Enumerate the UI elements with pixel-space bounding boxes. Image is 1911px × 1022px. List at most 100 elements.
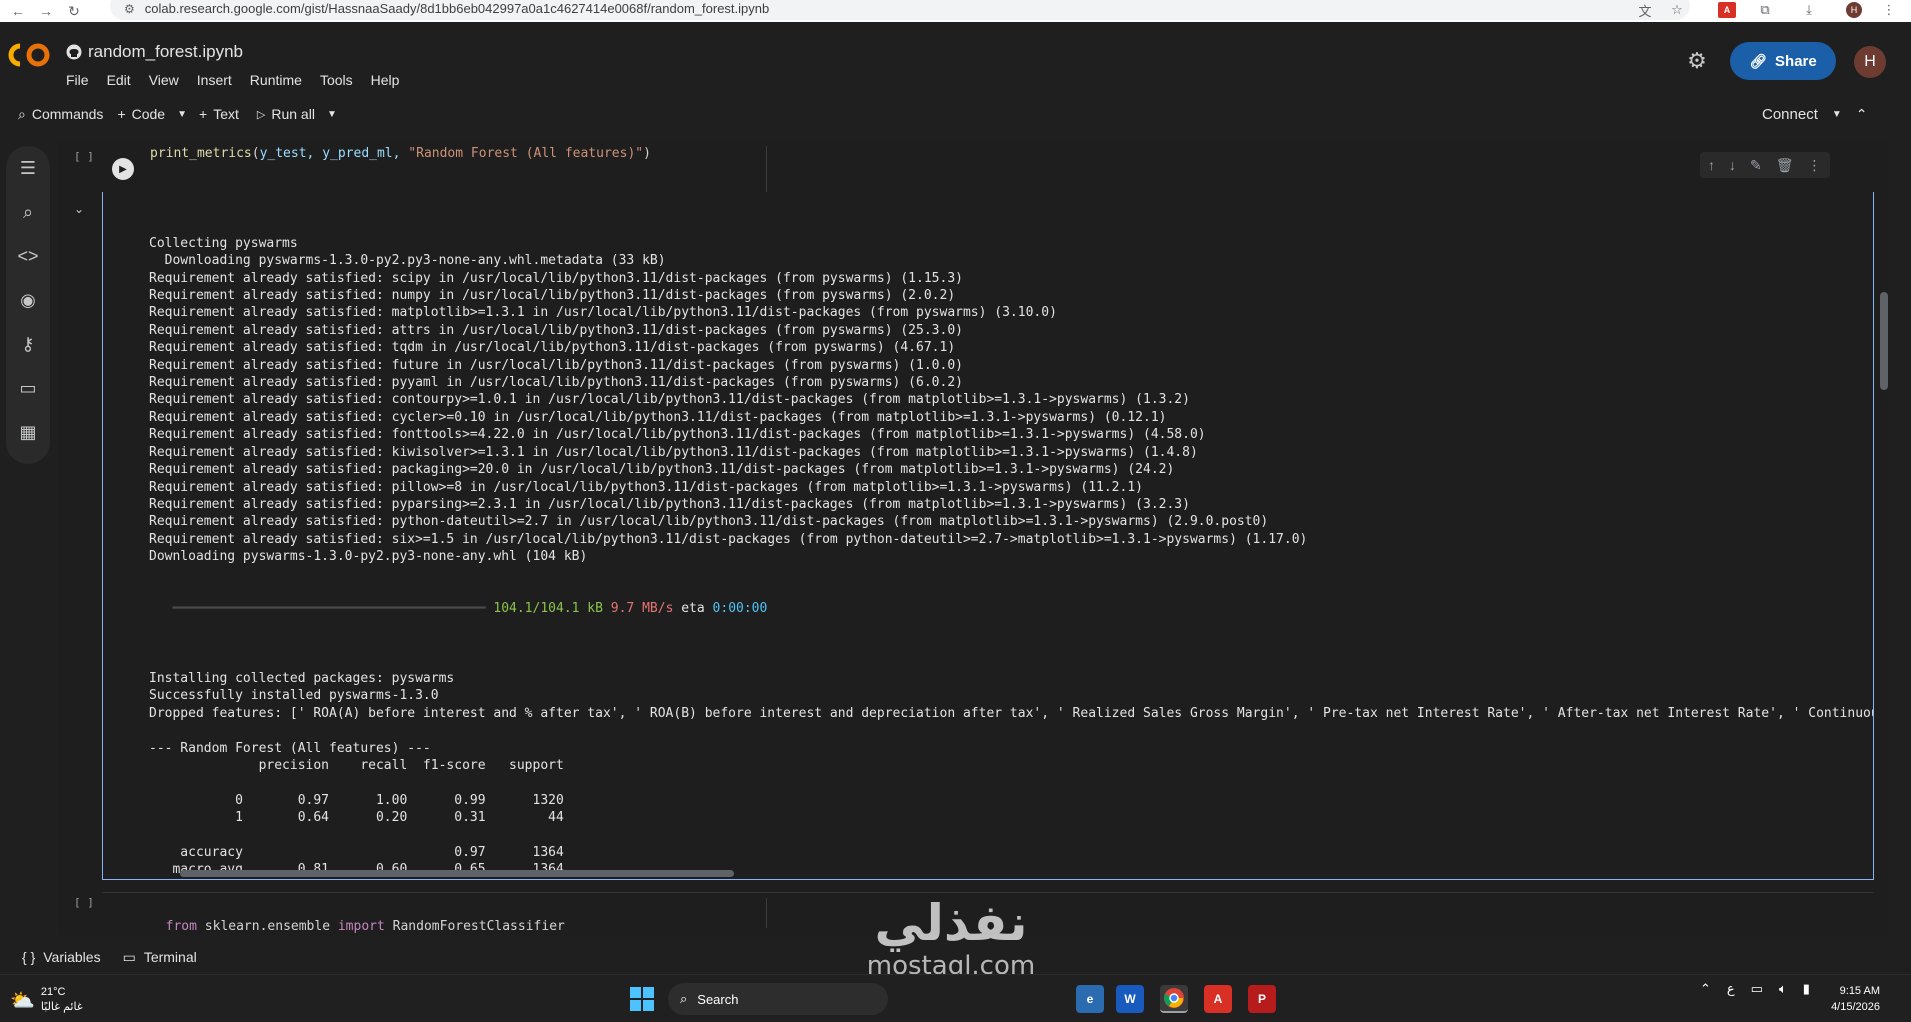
secrets-key-icon[interactable]: ⚷ (6, 322, 50, 366)
collapse-output-icon[interactable]: ⌄ (74, 202, 84, 216)
output-line: Requirement already satisfied: attrs in … (149, 322, 963, 338)
output-line: Successfully installed pyswarms-1.3.0 (149, 688, 439, 704)
site-info-icon[interactable]: ⚙ (124, 2, 135, 16)
variable-inspector-icon[interactable]: ◉ (6, 278, 50, 322)
acrobat-icon[interactable]: A (1204, 985, 1232, 1013)
run-cell-button[interactable]: ▶ (112, 158, 134, 180)
bookmark-star-icon[interactable]: ☆ (1668, 2, 1686, 18)
menu-view[interactable]: View (149, 72, 179, 88)
output-line: Requirement already satisfied: contourpy… (149, 392, 1190, 408)
run-all-button[interactable]: ▷ Run all (251, 100, 321, 128)
language-indicator[interactable]: ع (1727, 981, 1735, 997)
tray-overflow-icon[interactable]: ⌃ (1700, 981, 1711, 997)
caret-down-icon: ▼ (326, 108, 337, 120)
chrome-icon[interactable] (1160, 985, 1188, 1013)
menu-runtime[interactable]: Runtime (250, 72, 302, 88)
data-table-icon[interactable]: ▦ (6, 410, 50, 454)
move-down-icon[interactable]: ↓ (1729, 157, 1736, 173)
output-line: 1 0.64 0.20 0.31 44 (149, 810, 564, 826)
address-bar[interactable]: ⚙ colab.research.google.com/gist/Hassnaa… (110, 0, 1690, 20)
output-line: Requirement already satisfied: matplotli… (149, 305, 1057, 321)
horizontal-scrollbar[interactable] (180, 870, 734, 877)
connect-button[interactable]: Connect ▼ ⌃ (1762, 98, 1868, 130)
output-line: Requirement already satisfied: pyyaml in… (149, 375, 963, 391)
output-line: Requirement already satisfied: cycler>=0… (149, 409, 1167, 425)
back-icon[interactable]: ← (8, 1, 28, 21)
cell-code[interactable]: print_metrics(y_test, y_pred_ml, "Random… (150, 146, 651, 161)
output-line: Requirement already satisfied: pillow>=8… (149, 479, 1143, 495)
menu-file[interactable]: File (66, 72, 89, 88)
menu-insert[interactable]: Insert (197, 72, 232, 88)
output-line: Downloading pyswarms-1.3.0-py2.py3-none-… (149, 253, 666, 269)
pdf-reader-icon[interactable]: P (1248, 985, 1276, 1013)
browser-menu-icon[interactable]: ⋮ (1880, 2, 1898, 18)
browser-profile-avatar[interactable]: H (1846, 2, 1862, 18)
user-avatar[interactable]: H (1854, 46, 1886, 78)
weather-text: غائم غالبًا (40, 1001, 83, 1013)
windows-start-icon[interactable] (630, 987, 654, 1011)
find-icon[interactable]: ⌕ (6, 190, 50, 234)
output-line: Requirement already satisfied: kiwisolve… (149, 444, 1198, 460)
cell-code[interactable]: from sklearn.ensemble import RandomFores… (150, 904, 565, 934)
code-snippets-icon[interactable]: <> (6, 234, 50, 278)
commands-button[interactable]: ⌕ Commands (12, 100, 109, 128)
commands-label: Commands (31, 106, 104, 122)
settings-gear-icon[interactable]: ⚙ (1684, 48, 1710, 74)
toc-icon[interactable]: ☰ (6, 146, 50, 190)
output-line: 0 0.97 1.00 0.99 1320 (149, 792, 564, 808)
translate-icon[interactable]: 文 (1636, 2, 1654, 19)
add-text-button[interactable]: + Text (193, 100, 245, 128)
reload-icon[interactable]: ↻ (64, 1, 84, 21)
menu-help[interactable]: Help (371, 72, 400, 88)
downloads-icon[interactable]: ⤓ (1800, 2, 1818, 18)
notebook-title[interactable]: random_forest.ipynb (66, 42, 243, 62)
connect-label: Connect (1762, 105, 1818, 123)
delete-trash-icon[interactable]: 🗑︎ (1776, 157, 1794, 174)
temperature: 21°C (40, 986, 66, 998)
output-line: Requirement already satisfied: six>=1.5 … (149, 531, 1308, 547)
progress-eta: 0:00:00 (712, 601, 768, 617)
svg-text:نفذلي: نفذلي (874, 894, 1027, 952)
vertical-scrollbar[interactable] (1880, 292, 1888, 390)
progress-bar: ━━━━━━━━━━━━━━━━━━━━━━━━━━━━━━━━━━━━━━━━ (149, 601, 494, 617)
output-text: Collecting pyswarms Downloading pyswarms… (149, 200, 1874, 879)
variables-button[interactable]: { } Variables (22, 949, 101, 965)
volume-icon[interactable]: 🔈︎ (1779, 981, 1787, 997)
files-folder-icon[interactable]: ▭ (6, 366, 50, 410)
terminal-button[interactable]: ▭ Terminal (123, 949, 197, 966)
add-code-dropdown[interactable]: ▼ (171, 100, 193, 128)
display-icon[interactable]: ▭ (1751, 981, 1763, 997)
more-options-icon[interactable]: ⋮ (1808, 157, 1822, 174)
edit-pencil-icon[interactable]: ✎ (1750, 157, 1762, 174)
colab-logo[interactable] (8, 42, 52, 68)
search-label: Search (697, 991, 739, 1007)
play-icon: ▷ (256, 108, 266, 121)
menu-bar: File Edit View Insert Runtime Tools Help (66, 72, 399, 88)
output-line: Requirement already satisfied: packaging… (149, 462, 1175, 478)
output-line: --- Random Forest (All features) --- (149, 740, 431, 756)
date: 4/15/2026 (1831, 1001, 1880, 1013)
word-icon[interactable]: W (1116, 985, 1144, 1013)
pdf-extension-icon[interactable]: A (1718, 2, 1736, 18)
time: 9:15 AM (1839, 985, 1880, 997)
collapse-header-icon[interactable]: ⌃ (1856, 106, 1868, 123)
menu-tools[interactable]: Tools (320, 72, 353, 88)
clock[interactable]: 9:15 AM 4/15/2026 (1800, 983, 1880, 1015)
output-line: Dropped features: [' ROA(A) before inter… (149, 705, 1874, 721)
output-line: Installing collected packages: pyswarms (149, 670, 455, 686)
add-code-button[interactable]: + Code (111, 100, 171, 128)
cell-exec-bracket: [ ] (74, 896, 94, 909)
share-button[interactable]: 🔗︎ Share (1730, 42, 1836, 80)
run-all-dropdown[interactable]: ▼ (321, 100, 343, 128)
output-line: accuracy 0.97 1364 (149, 845, 564, 861)
taskbar-search[interactable]: ⌕ Search (668, 983, 888, 1015)
edge-icon[interactable]: e (1076, 985, 1104, 1013)
forward-icon[interactable]: → (36, 1, 56, 21)
extensions-icon[interactable]: ⧉ (1756, 2, 1774, 18)
move-up-icon[interactable]: ↑ (1708, 157, 1715, 173)
progress-line: ━━━━━━━━━━━━━━━━━━━━━━━━━━━━━━━━━━━━━━━━… (149, 600, 1873, 617)
menu-edit[interactable]: Edit (107, 72, 131, 88)
weather-widget[interactable]: ⛅ 21°C غائم غالبًا (10, 985, 83, 1015)
